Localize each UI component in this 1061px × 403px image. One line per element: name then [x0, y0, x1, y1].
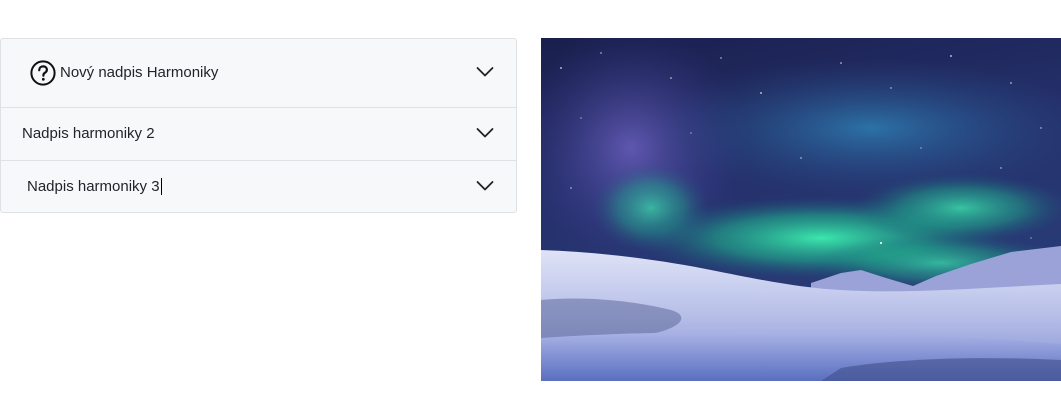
accordion-item-2: Nadpis harmoniky 2 — [1, 107, 516, 160]
accordion-header-3[interactable]: Nadpis harmoniky 3 — [1, 161, 516, 212]
accordion-title-1: Nový nadpis Harmoniky — [60, 64, 219, 81]
help-circle-icon — [30, 60, 56, 86]
text-cursor — [160, 178, 162, 195]
accordion-item-3: Nadpis harmoniky 3 — [1, 160, 516, 212]
accordion: Nový nadpis Harmoniky Nadpis harmoniky 2… — [0, 38, 517, 213]
accordion-title-2: Nadpis harmoniky 2 — [22, 125, 155, 142]
accordion-header-1[interactable]: Nový nadpis Harmoniky — [1, 39, 516, 107]
chevron-down-icon[interactable] — [476, 180, 494, 192]
chevron-down-icon[interactable] — [476, 127, 494, 139]
aurora-photo — [541, 38, 1061, 381]
chevron-down-icon[interactable] — [476, 66, 494, 78]
accordion-title-3-editable[interactable]: Nadpis harmoniky 3 — [27, 178, 160, 196]
accordion-item-1: Nový nadpis Harmoniky — [1, 39, 516, 107]
accordion-header-2[interactable]: Nadpis harmoniky 2 — [1, 108, 516, 160]
